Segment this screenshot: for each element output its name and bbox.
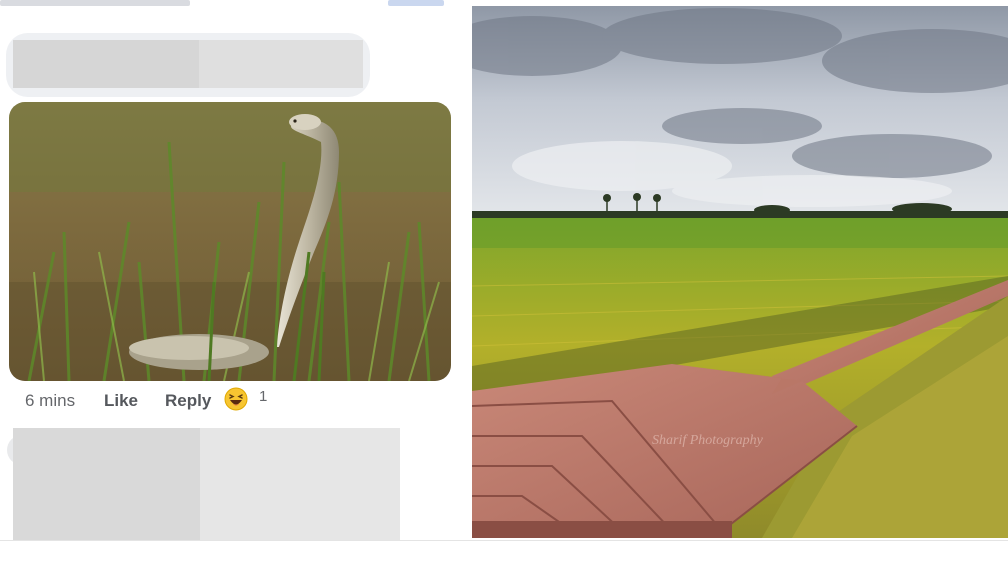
haha-emoji-icon[interactable]	[224, 387, 248, 411]
comment-photo-cobra[interactable]	[9, 102, 451, 381]
reply-button[interactable]: Reply	[165, 391, 211, 411]
comment-actions-bar: 6 mins Like Reply 1	[0, 386, 472, 416]
cobra-photo-graphic	[9, 102, 451, 381]
rice-field-graphic: Sharif Photography	[472, 6, 1008, 538]
comment-timestamp: 6 mins	[25, 391, 76, 410]
redacted-commenter-name	[13, 40, 199, 88]
redacted-reply-left	[13, 428, 200, 540]
like-button[interactable]: Like	[104, 391, 138, 411]
redacted-reply-right	[200, 428, 400, 540]
photo-watermark: Sharif Photography	[652, 433, 764, 448]
comment-panel: 6 mins Like Reply 1	[0, 0, 472, 561]
rice-field-photo: Sharif Photography	[472, 6, 1008, 538]
reaction-count: 1	[259, 388, 268, 405]
cropped-header-strip	[0, 0, 472, 10]
blurred-header-link	[388, 0, 444, 6]
bottom-edge	[0, 540, 1008, 562]
redacted-comment-text	[199, 40, 363, 88]
blurred-header-text	[0, 0, 190, 6]
